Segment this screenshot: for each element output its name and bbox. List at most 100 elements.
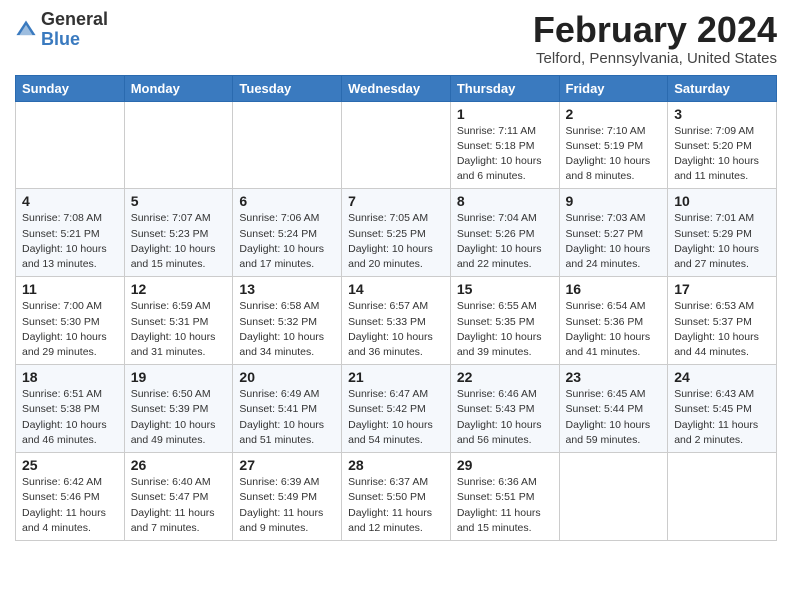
day-number: 11 bbox=[22, 281, 118, 297]
cell-info: Sunrise: 7:06 AM Sunset: 5:24 PM Dayligh… bbox=[239, 211, 335, 272]
cell-info: Sunrise: 7:05 AM Sunset: 5:25 PM Dayligh… bbox=[348, 211, 444, 272]
cell-info: Sunrise: 7:11 AM Sunset: 5:18 PM Dayligh… bbox=[457, 124, 553, 185]
calendar-week-row: 4 Sunrise: 7:08 AM Sunset: 5:21 PM Daylig… bbox=[16, 189, 777, 277]
calendar-cell: 17 Sunrise: 6:53 AM Sunset: 5:37 PM Dayli… bbox=[668, 277, 777, 365]
cell-info: Sunrise: 7:01 AM Sunset: 5:29 PM Dayligh… bbox=[674, 211, 770, 272]
calendar-cell: 19Sunrise: 6:50 AM Sunset: 5:39 PM Dayli… bbox=[124, 365, 233, 453]
cell-info: Sunrise: 7:04 AM Sunset: 5:26 PM Dayligh… bbox=[457, 211, 553, 272]
day-number: 13 bbox=[239, 281, 335, 297]
day-number: 4 bbox=[22, 193, 118, 209]
calendar-cell: 29 Sunrise: 6:36 AM Sunset: 5:51 PM Dayli… bbox=[450, 453, 559, 541]
calendar-cell: 6 Sunrise: 7:06 AM Sunset: 5:24 PM Daylig… bbox=[233, 189, 342, 277]
calendar-cell: 24 Sunrise: 6:43 AM Sunset: 5:45 PM Dayli… bbox=[668, 365, 777, 453]
calendar-cell: 7 Sunrise: 7:05 AM Sunset: 5:25 PM Daylig… bbox=[342, 189, 451, 277]
cell-info: Sunrise: 7:07 AM Sunset: 5:23 PM Dayligh… bbox=[131, 211, 227, 272]
cell-info: Sunrise: 6:42 AM Sunset: 5:46 PM Dayligh… bbox=[22, 475, 118, 536]
calendar-cell: 12 Sunrise: 6:59 AM Sunset: 5:31 PM Dayli… bbox=[124, 277, 233, 365]
calendar-cell: 5Sunrise: 7:07 AM Sunset: 5:23 PM Daylig… bbox=[124, 189, 233, 277]
cell-info: Sunrise: 6:59 AM Sunset: 5:31 PM Dayligh… bbox=[131, 299, 227, 360]
day-number: 23 bbox=[566, 369, 662, 385]
cell-info: Sunrise: 6:47 AM Sunset: 5:42 PM Dayligh… bbox=[348, 387, 444, 448]
calendar-cell: 8 Sunrise: 7:04 AM Sunset: 5:26 PM Daylig… bbox=[450, 189, 559, 277]
day-number: 29 bbox=[457, 457, 553, 473]
day-number: 28 bbox=[348, 457, 444, 473]
calendar-week-row: 25 Sunrise: 6:42 AM Sunset: 5:46 PM Dayli… bbox=[16, 453, 777, 541]
day-number: 14 bbox=[348, 281, 444, 297]
day-number: 2 bbox=[566, 106, 662, 122]
calendar-cell: 15Sunrise: 6:55 AM Sunset: 5:35 PM Dayli… bbox=[450, 277, 559, 365]
day-number: 16 bbox=[566, 281, 662, 297]
calendar-cell: 22 Sunrise: 6:46 AM Sunset: 5:43 PM Dayli… bbox=[450, 365, 559, 453]
calendar-cell: 11 Sunrise: 7:00 AM Sunset: 5:30 PM Dayli… bbox=[16, 277, 125, 365]
day-number: 21 bbox=[348, 369, 444, 385]
calendar-week-row: 1 Sunrise: 7:11 AM Sunset: 5:18 PM Daylig… bbox=[16, 101, 777, 189]
cell-info: Sunrise: 7:08 AM Sunset: 5:21 PM Dayligh… bbox=[22, 211, 118, 272]
day-number: 27 bbox=[239, 457, 335, 473]
logo-text: General Blue bbox=[41, 10, 108, 50]
calendar-cell: 3 Sunrise: 7:09 AM Sunset: 5:20 PM Daylig… bbox=[668, 101, 777, 189]
location: Telford, Pennsylvania, United States bbox=[533, 50, 777, 67]
calendar-cell: 2 Sunrise: 7:10 AM Sunset: 5:19 PM Daylig… bbox=[559, 101, 668, 189]
cell-info: Sunrise: 6:45 AM Sunset: 5:44 PM Dayligh… bbox=[566, 387, 662, 448]
cell-info: Sunrise: 6:51 AM Sunset: 5:38 PM Dayligh… bbox=[22, 387, 118, 448]
day-header-thursday: Thursday bbox=[450, 75, 559, 101]
cell-info: Sunrise: 7:10 AM Sunset: 5:19 PM Dayligh… bbox=[566, 124, 662, 185]
calendar-cell: 20Sunrise: 6:49 AM Sunset: 5:41 PM Dayli… bbox=[233, 365, 342, 453]
cell-info: Sunrise: 7:09 AM Sunset: 5:20 PM Dayligh… bbox=[674, 124, 770, 185]
cell-info: Sunrise: 6:40 AM Sunset: 5:47 PM Dayligh… bbox=[131, 475, 227, 536]
calendar-cell: 26Sunrise: 6:40 AM Sunset: 5:47 PM Dayli… bbox=[124, 453, 233, 541]
day-number: 6 bbox=[239, 193, 335, 209]
calendar-cell bbox=[559, 453, 668, 541]
calendar-table: SundayMondayTuesdayWednesdayThursdayFrid… bbox=[15, 75, 777, 541]
cell-info: Sunrise: 6:58 AM Sunset: 5:32 PM Dayligh… bbox=[239, 299, 335, 360]
day-header-tuesday: Tuesday bbox=[233, 75, 342, 101]
calendar-header-row: SundayMondayTuesdayWednesdayThursdayFrid… bbox=[16, 75, 777, 101]
calendar-cell bbox=[342, 101, 451, 189]
cell-info: Sunrise: 6:36 AM Sunset: 5:51 PM Dayligh… bbox=[457, 475, 553, 536]
cell-info: Sunrise: 7:00 AM Sunset: 5:30 PM Dayligh… bbox=[22, 299, 118, 360]
day-number: 19 bbox=[131, 369, 227, 385]
calendar-cell: 21 Sunrise: 6:47 AM Sunset: 5:42 PM Dayli… bbox=[342, 365, 451, 453]
calendar-cell: 9Sunrise: 7:03 AM Sunset: 5:27 PM Daylig… bbox=[559, 189, 668, 277]
day-header-monday: Monday bbox=[124, 75, 233, 101]
day-number: 8 bbox=[457, 193, 553, 209]
cell-info: Sunrise: 6:57 AM Sunset: 5:33 PM Dayligh… bbox=[348, 299, 444, 360]
cell-info: Sunrise: 6:43 AM Sunset: 5:45 PM Dayligh… bbox=[674, 387, 770, 448]
calendar-cell: 28 Sunrise: 6:37 AM Sunset: 5:50 PM Dayli… bbox=[342, 453, 451, 541]
calendar-cell: 27 Sunrise: 6:39 AM Sunset: 5:49 PM Dayli… bbox=[233, 453, 342, 541]
calendar-cell bbox=[668, 453, 777, 541]
calendar-cell: 23 Sunrise: 6:45 AM Sunset: 5:44 PM Dayli… bbox=[559, 365, 668, 453]
cell-info: Sunrise: 6:37 AM Sunset: 5:50 PM Dayligh… bbox=[348, 475, 444, 536]
day-number: 3 bbox=[674, 106, 770, 122]
calendar-cell: 18 Sunrise: 6:51 AM Sunset: 5:38 PM Dayli… bbox=[16, 365, 125, 453]
day-header-friday: Friday bbox=[559, 75, 668, 101]
day-number: 10 bbox=[674, 193, 770, 209]
day-number: 24 bbox=[674, 369, 770, 385]
logo: General Blue bbox=[15, 10, 108, 50]
calendar-cell: 16 Sunrise: 6:54 AM Sunset: 5:36 PM Dayli… bbox=[559, 277, 668, 365]
calendar-cell: 10 Sunrise: 7:01 AM Sunset: 5:29 PM Dayli… bbox=[668, 189, 777, 277]
calendar-cell: 25 Sunrise: 6:42 AM Sunset: 5:46 PM Dayli… bbox=[16, 453, 125, 541]
logo-icon bbox=[15, 19, 37, 41]
day-number: 22 bbox=[457, 369, 553, 385]
calendar-week-row: 18 Sunrise: 6:51 AM Sunset: 5:38 PM Dayli… bbox=[16, 365, 777, 453]
day-number: 17 bbox=[674, 281, 770, 297]
calendar-week-row: 11 Sunrise: 7:00 AM Sunset: 5:30 PM Dayli… bbox=[16, 277, 777, 365]
day-number: 18 bbox=[22, 369, 118, 385]
cell-info: Sunrise: 6:55 AM Sunset: 5:35 PM Dayligh… bbox=[457, 299, 553, 360]
day-number: 7 bbox=[348, 193, 444, 209]
day-number: 12 bbox=[131, 281, 227, 297]
cell-info: Sunrise: 6:46 AM Sunset: 5:43 PM Dayligh… bbox=[457, 387, 553, 448]
cell-info: Sunrise: 6:49 AM Sunset: 5:41 PM Dayligh… bbox=[239, 387, 335, 448]
title-area: February 2024 Telford, Pennsylvania, Uni… bbox=[533, 10, 777, 67]
calendar-cell bbox=[124, 101, 233, 189]
logo-general: General bbox=[41, 9, 108, 29]
cell-info: Sunrise: 6:53 AM Sunset: 5:37 PM Dayligh… bbox=[674, 299, 770, 360]
day-number: 25 bbox=[22, 457, 118, 473]
calendar-cell: 4 Sunrise: 7:08 AM Sunset: 5:21 PM Daylig… bbox=[16, 189, 125, 277]
day-number: 1 bbox=[457, 106, 553, 122]
calendar-cell: 14 Sunrise: 6:57 AM Sunset: 5:33 PM Dayli… bbox=[342, 277, 451, 365]
day-header-wednesday: Wednesday bbox=[342, 75, 451, 101]
cell-info: Sunrise: 6:54 AM Sunset: 5:36 PM Dayligh… bbox=[566, 299, 662, 360]
cell-info: Sunrise: 6:39 AM Sunset: 5:49 PM Dayligh… bbox=[239, 475, 335, 536]
